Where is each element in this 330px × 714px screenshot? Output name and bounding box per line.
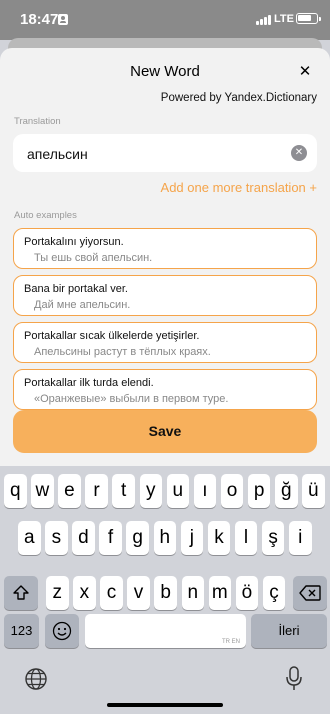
example-card[interactable]: Portakalını yiyorsun. Ты ешь свой апельс… xyxy=(13,228,317,269)
numbers-key[interactable]: 123 xyxy=(4,614,39,648)
key-ö[interactable]: ö xyxy=(235,576,259,610)
backspace-key[interactable] xyxy=(293,576,327,610)
home-indicator xyxy=(107,703,223,707)
key-m[interactable]: m xyxy=(208,576,232,610)
translation-value[interactable]: апельсин xyxy=(27,146,88,162)
key-ç[interactable]: ç xyxy=(262,576,286,610)
example-source: Portakalını yiyorsun. xyxy=(24,236,124,248)
signal-icon xyxy=(256,14,272,25)
key-q[interactable]: q xyxy=(4,474,27,508)
key-r[interactable]: r xyxy=(85,474,108,508)
key-s[interactable]: s xyxy=(45,521,68,555)
example-source: Portakallar sıcak ülkelerde yetişirler. xyxy=(24,330,200,342)
key-p[interactable]: p xyxy=(247,474,271,508)
new-word-sheet: New Word ✕ Powered by Yandex.Dictionary … xyxy=(0,48,330,468)
shift-key[interactable] xyxy=(4,576,38,610)
example-translation: Дай мне апельсин. xyxy=(34,299,131,311)
person-icon xyxy=(58,14,68,25)
battery-icon xyxy=(296,13,321,24)
example-source: Portakallar ilk turda elendi. xyxy=(24,377,154,389)
microphone-icon[interactable] xyxy=(285,666,303,692)
key-v[interactable]: v xyxy=(127,576,150,610)
key-a[interactable]: a xyxy=(18,521,41,555)
key-c[interactable]: c xyxy=(100,576,123,610)
key-g[interactable]: g xyxy=(126,521,149,555)
space-key[interactable]: TR EN xyxy=(85,614,246,648)
key-d[interactable]: d xyxy=(72,521,95,555)
clear-icon[interactable]: ✕ xyxy=(291,145,307,161)
key-o[interactable]: o xyxy=(220,474,244,508)
emoji-key[interactable] xyxy=(45,614,79,648)
network-label: LTE xyxy=(274,13,294,25)
example-card[interactable]: Bana bir portakal ver. Дай мне апельсин. xyxy=(13,275,317,316)
key-u[interactable]: u xyxy=(166,474,190,508)
keyboard: qwertyuıopğü asdfghjklşi zxcvbnmöç 123 T… xyxy=(0,466,330,714)
key-z[interactable]: z xyxy=(46,576,69,610)
key-k[interactable]: k xyxy=(207,521,231,555)
powered-by-label: Powered by Yandex.Dictionary xyxy=(160,92,317,104)
key-n[interactable]: n xyxy=(181,576,204,610)
key-ş[interactable]: ş xyxy=(261,521,285,555)
sheet-title: New Word xyxy=(130,63,200,80)
key-e[interactable]: e xyxy=(58,474,81,508)
status-time: 18:47 xyxy=(20,11,59,28)
return-key[interactable]: İleri xyxy=(251,614,327,648)
auto-examples-label: Auto examples xyxy=(14,210,77,221)
key-w[interactable]: w xyxy=(31,474,54,508)
emoji-icon xyxy=(52,621,72,641)
backspace-icon xyxy=(299,585,321,601)
key-t[interactable]: t xyxy=(112,474,135,508)
key-f[interactable]: f xyxy=(99,521,122,555)
example-card[interactable]: Portakallar sıcak ülkelerde yetişirler. … xyxy=(13,322,317,363)
globe-icon[interactable] xyxy=(24,667,48,691)
key-ı[interactable]: ı xyxy=(193,474,217,508)
example-translation: Ты ешь свой апельсин. xyxy=(34,252,153,264)
add-translation-link[interactable]: Add one more translation + xyxy=(161,180,317,195)
close-button[interactable]: ✕ xyxy=(292,61,318,83)
example-translation: Апельсины растут в тёплых краях. xyxy=(34,346,211,358)
key-j[interactable]: j xyxy=(180,521,204,555)
shift-icon xyxy=(13,585,29,600)
example-source: Bana bir portakal ver. xyxy=(24,283,128,295)
save-button[interactable]: Save xyxy=(13,410,317,453)
key-h[interactable]: h xyxy=(153,521,176,555)
key-ğ[interactable]: ğ xyxy=(275,474,298,508)
key-ü[interactable]: ü xyxy=(302,474,325,508)
example-translation: «Оранжевые» выбыли в первом туре. xyxy=(34,393,229,405)
space-language-hint: TR EN xyxy=(222,639,240,645)
key-l[interactable]: l xyxy=(234,521,258,555)
translation-label: Translation xyxy=(14,116,61,127)
key-y[interactable]: y xyxy=(139,474,162,508)
key-i[interactable]: i xyxy=(289,521,312,555)
example-card[interactable]: Portakallar ilk turda elendi. «Оранжевые… xyxy=(13,369,317,410)
key-x[interactable]: x xyxy=(73,576,96,610)
translation-field[interactable]: апельсин ✕ xyxy=(13,134,317,172)
status-bar: 18:47 LTE xyxy=(0,0,330,40)
key-b[interactable]: b xyxy=(154,576,177,610)
